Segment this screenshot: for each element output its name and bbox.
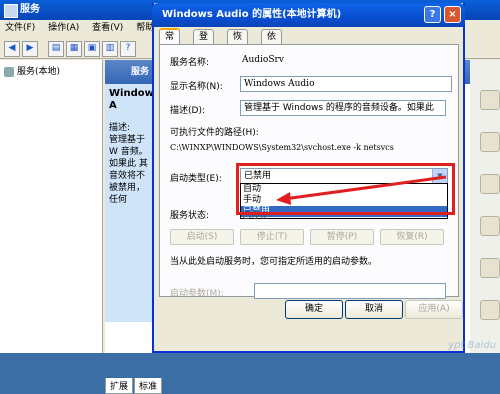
help-button[interactable]: ? xyxy=(424,6,441,23)
watermark: ypt Baidu xyxy=(448,340,496,351)
menu-file[interactable]: 文件(F) xyxy=(0,20,40,37)
tab-extended[interactable]: 扩展 xyxy=(105,378,134,394)
list-row-marker xyxy=(480,258,500,278)
display-name-label: 显示名称(N): xyxy=(170,82,223,92)
service-desc-text: 管理基于 W 音频。如果此 其音效将不 被禁用，任何 xyxy=(109,135,148,205)
tree-panel: 服务(本地) xyxy=(0,60,103,353)
tab-logon[interactable]: 登录 xyxy=(193,29,215,57)
list-row-marker xyxy=(480,216,500,236)
menu-action[interactable]: 操作(A) xyxy=(43,20,84,37)
description-label: 描述(D): xyxy=(170,106,205,116)
startup-type-label: 启动类型(E): xyxy=(170,174,222,184)
start-params-field[interactable] xyxy=(254,283,446,299)
export-icon[interactable]: ▥ xyxy=(102,41,118,57)
start-params-label: 启动参数(M): xyxy=(170,289,224,299)
forward-icon[interactable]: ▶ xyxy=(22,41,38,57)
apply-button[interactable]: 应用(A) xyxy=(405,300,463,319)
service-name-label: 服务名称: xyxy=(170,58,210,68)
view-tabs: 扩展 标准 xyxy=(105,378,163,394)
dialog-titlebar: Windows Audio 的属性(本地计算机) ? × xyxy=(152,3,465,27)
display-name-field[interactable]: Windows Audio xyxy=(240,76,452,92)
ok-button[interactable]: 确定 xyxy=(285,300,343,319)
services-app-icon xyxy=(4,4,18,18)
service-desc-label: 描述: xyxy=(109,123,131,133)
resume-button[interactable]: 恢复(R) xyxy=(380,229,444,245)
services-node-icon xyxy=(4,66,14,77)
service-name-value: AudioSrv xyxy=(242,55,284,65)
start-params-hint: 当从此处启动服务时，您可指定所适用的启动参数。 xyxy=(170,257,378,267)
list-row-marker xyxy=(480,90,500,110)
stop-button[interactable]: 停止(T) xyxy=(240,229,304,245)
tab-recovery[interactable]: 恢复 xyxy=(227,29,249,57)
menu-view[interactable]: 查看(V) xyxy=(87,20,128,37)
up-icon[interactable]: ▤ xyxy=(48,41,64,57)
annotation-arrow xyxy=(276,175,447,205)
path-label: 可执行文件的路径(H): xyxy=(170,128,259,138)
back-icon[interactable]: ◀ xyxy=(4,41,20,57)
path-value: C:\WINXP\WINDOWS\System32\svchost.exe -k… xyxy=(170,143,394,152)
service-status-label: 服务状态: xyxy=(170,211,210,221)
list-row-marker xyxy=(480,174,500,194)
service-desc-title: Windows A xyxy=(109,88,155,111)
show-tree-icon[interactable]: ▦ xyxy=(66,41,82,57)
close-button[interactable]: × xyxy=(444,6,461,23)
tab-standard[interactable]: 标准 xyxy=(134,378,163,394)
services-title: 服务 xyxy=(20,4,40,15)
list-row-marker xyxy=(480,300,500,320)
description-field[interactable]: 管理基于 Windows 的程序的音频设备。如果此 xyxy=(240,100,446,116)
list-row-marker xyxy=(480,132,500,152)
service-desc-panel: Windows A 描述: 管理基于 W 音频。如果此 其音效将不 被禁用，任何 xyxy=(105,84,155,322)
help-icon[interactable]: ? xyxy=(120,41,136,57)
cancel-button[interactable]: 取消 xyxy=(345,300,403,319)
tree-node-services-local[interactable]: 服务(本地) xyxy=(4,64,60,77)
services-list-edge xyxy=(470,60,500,353)
pause-button[interactable]: 暂停(P) xyxy=(310,229,374,245)
start-button[interactable]: 启动(S) xyxy=(170,229,234,245)
properties-icon[interactable]: ▣ xyxy=(84,41,100,57)
dialog-title: Windows Audio 的属性(本地计算机) xyxy=(162,9,342,20)
tab-dependencies[interactable]: 依存关系 xyxy=(261,29,283,87)
